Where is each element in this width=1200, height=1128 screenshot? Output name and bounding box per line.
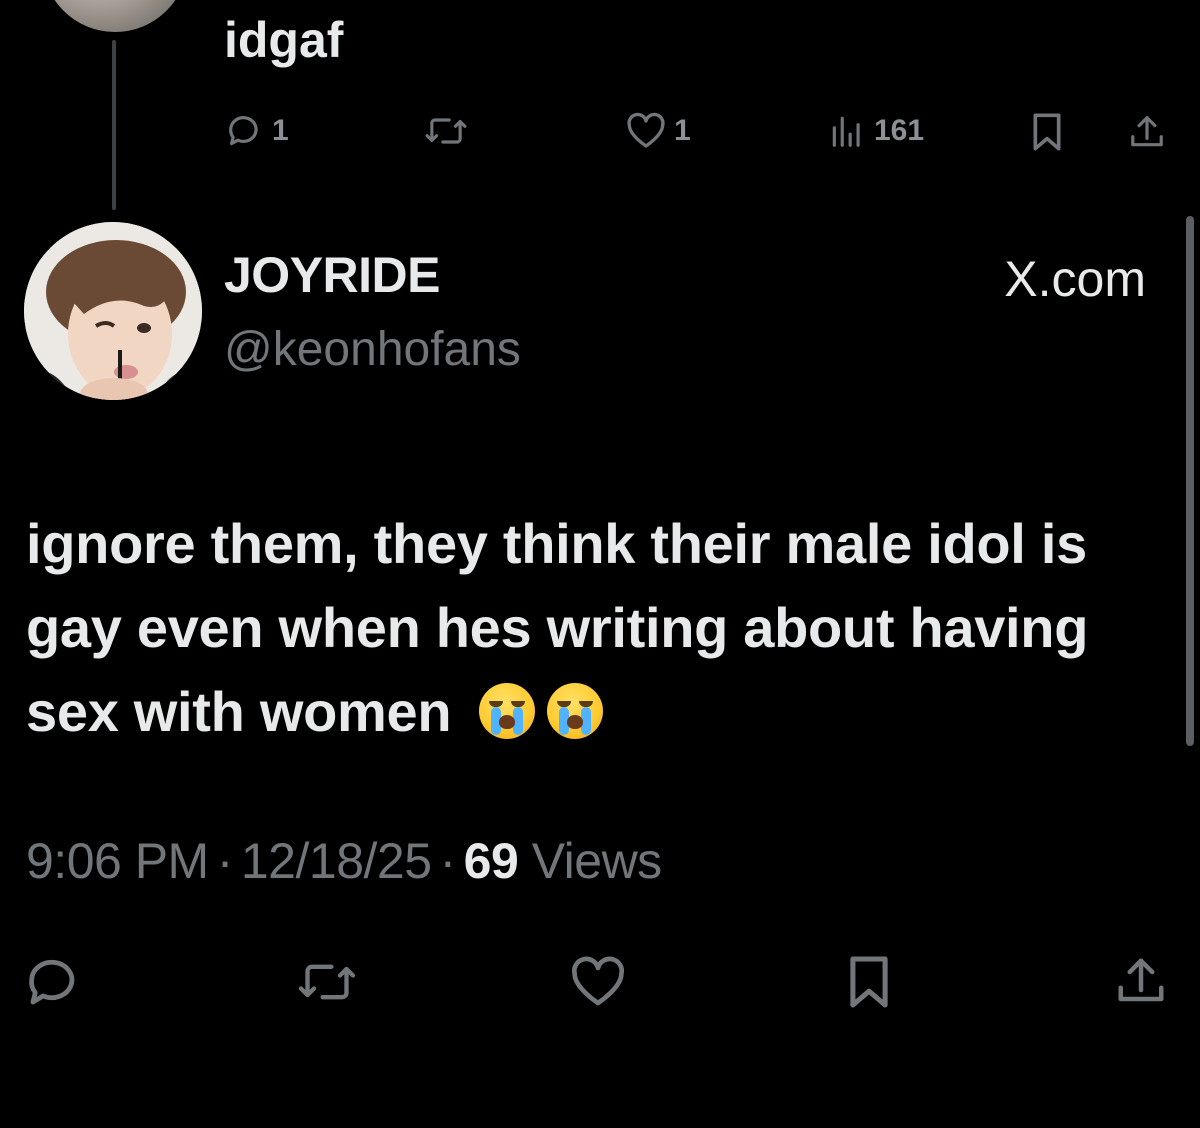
reply-button[interactable] [24, 956, 82, 1008]
bookmark-button[interactable] [846, 954, 892, 1010]
previous-reply-count: 1 [272, 114, 289, 147]
previous-views-count: 161 [874, 114, 925, 147]
previous-views-button[interactable]: 161 [828, 112, 924, 150]
loudly-crying-face-icon [478, 683, 535, 739]
author-handle[interactable]: @keonhofans [224, 322, 521, 377]
views-chart-icon [828, 112, 866, 150]
previous-share-button[interactable] [1128, 112, 1166, 152]
source-badge: X.com [1004, 251, 1146, 307]
share-icon [1114, 954, 1168, 1008]
tweet-date[interactable]: 12/18/25 [241, 833, 432, 889]
reply-icon [24, 956, 82, 1008]
tweet-metadata: 9:06 PM · 12/18/25 · 69 Views [26, 832, 662, 890]
previous-reply-button[interactable]: 1 [226, 112, 289, 150]
tweet-views-label: Views [531, 833, 662, 889]
like-button[interactable] [570, 956, 626, 1008]
share-button[interactable] [1114, 954, 1168, 1008]
bookmark-icon [1030, 112, 1064, 152]
tweet-views-count[interactable]: 69 [464, 833, 519, 889]
previous-retweet-button[interactable] [424, 112, 468, 150]
tweet-text: ignore them, they think their male idol … [26, 502, 1146, 754]
previous-like-count: 1 [674, 114, 691, 147]
meta-separator: · [216, 833, 234, 889]
reply-icon [226, 112, 264, 150]
author-display-name[interactable]: JOYRIDE [224, 246, 441, 304]
previous-tweet-text: idgaf [224, 12, 344, 68]
author-avatar[interactable] [24, 222, 202, 400]
tweet-time[interactable]: 9:06 PM [26, 833, 209, 889]
retweet-button[interactable] [296, 956, 358, 1008]
previous-like-button[interactable]: 1 [626, 112, 691, 150]
meta-separator: · [439, 833, 457, 889]
avatar-photo [24, 222, 202, 400]
loudly-crying-face-icon [546, 683, 603, 739]
retweet-icon [424, 112, 468, 150]
tweet-thread-page: idgaf 1 1 161 JOYRIDE @keonhofans X.com … [0, 0, 1200, 1128]
share-icon [1128, 112, 1166, 152]
thread-connector-line [112, 40, 116, 210]
scrollbar[interactable] [1186, 216, 1194, 746]
bookmark-icon [846, 954, 892, 1010]
previous-bookmark-button[interactable] [1030, 112, 1064, 152]
heart-icon [570, 956, 626, 1008]
heart-icon [626, 112, 666, 150]
retweet-icon [296, 956, 358, 1008]
previous-author-avatar[interactable] [42, 0, 188, 32]
